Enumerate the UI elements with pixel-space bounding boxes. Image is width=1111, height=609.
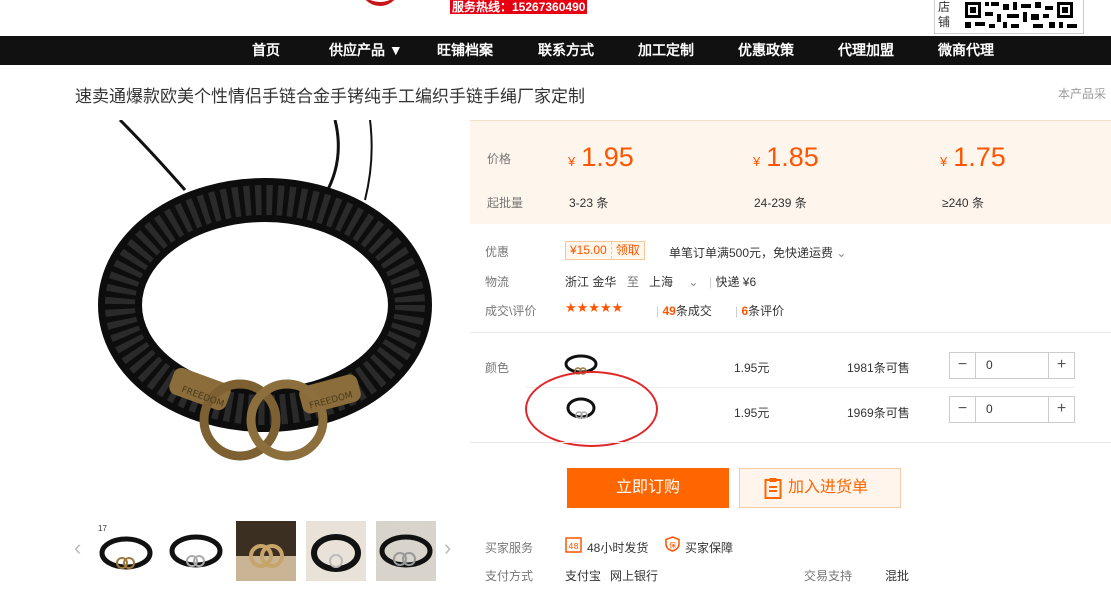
sku-price-1: 1.95元 <box>734 361 770 375</box>
hotline-banner: 服务热线：15267360490 <box>450 0 588 14</box>
svg-text:17: 17 <box>98 524 107 533</box>
ship-to-select[interactable]: 上海 ⌄ <box>649 273 698 290</box>
sku-stock-1: 1981条可售 <box>847 361 910 375</box>
quantity-input[interactable]: 0 <box>976 353 1048 378</box>
svg-text:保: 保 <box>669 541 676 550</box>
nav-promotions[interactable]: 优惠政策 <box>738 36 794 65</box>
price-tier-1: ¥1.95 <box>568 142 634 172</box>
shop-qr-box[interactable]: 店铺 <box>934 0 1084 34</box>
chevron-down-icon: ⌄ <box>688 275 699 289</box>
product-title: 速卖通爆款欧美个性情侣手链合金手铐纯手工编织手链手绳厂家定制 <box>75 87 585 106</box>
add-to-cart-button[interactable]: 加入进货单 <box>739 468 901 508</box>
coupon-badge[interactable]: ¥15.00 领取 <box>565 241 645 260</box>
qr-code-icon <box>963 0 1081 30</box>
shipping-48h-icon: 48 <box>565 537 582 553</box>
annotation-circle <box>525 371 658 447</box>
deal-count[interactable]: | 49条成交 <box>656 302 712 319</box>
thumbnail-5[interactable] <box>376 521 436 581</box>
thumbnail-3[interactable] <box>236 521 296 581</box>
review-count[interactable]: | 6条评价 <box>735 302 784 319</box>
minus-button[interactable]: − <box>950 397 976 422</box>
payment-bank: 网上银行 <box>610 569 659 583</box>
price-tier-3: ¥1.75 <box>940 142 1006 172</box>
shield-icon: 保 <box>665 536 680 552</box>
nav-products[interactable]: 供应产品 ▼ <box>329 36 403 65</box>
thumbnail-1[interactable]: 17 <box>96 521 156 581</box>
batch-label: 起批量 <box>487 196 524 210</box>
service-48h[interactable]: 48小时发货 <box>587 539 648 556</box>
side-note: 本产品采 <box>1058 87 1107 101</box>
promo-label: 优惠 <box>485 245 510 259</box>
range-tier-2: 24-239 条 <box>754 196 807 210</box>
thumb-next-arrow[interactable]: › <box>444 536 451 560</box>
rating-stars: ★★★★★ <box>565 300 624 315</box>
deals-label: 成交\评价 <box>485 304 537 318</box>
plus-button[interactable]: + <box>1048 397 1074 422</box>
ship-from: 浙江 金华 <box>565 275 617 289</box>
quantity-input[interactable]: 0 <box>976 397 1048 422</box>
logo-fragment <box>360 0 400 6</box>
coupon-get-button[interactable]: 领取 <box>610 242 644 259</box>
price-tier-2: ¥1.85 <box>753 142 819 172</box>
nav-shop-profile[interactable]: 旺铺档案 <box>437 36 493 65</box>
payment-alipay: 支付宝 <box>565 569 602 583</box>
chevron-down-icon: ⌄ <box>836 246 847 260</box>
nav-wechat-agency[interactable]: 微商代理 <box>938 36 994 65</box>
nav-custom[interactable]: 加工定制 <box>638 36 694 65</box>
price-label: 价格 <box>487 152 512 166</box>
quantity-stepper-2[interactable]: − 0 + <box>949 396 1075 423</box>
nav-home[interactable]: 首页 <box>252 36 280 65</box>
quantity-stepper-1[interactable]: − 0 + <box>949 352 1075 379</box>
svg-text:48: 48 <box>568 542 578 551</box>
divider <box>470 332 1111 333</box>
payment-label: 支付方式 <box>485 569 534 583</box>
coupon-amount: ¥15.00 <box>570 243 607 257</box>
clipboard-icon <box>764 478 782 499</box>
service-buyer-protection[interactable]: 买家保障 <box>685 539 733 556</box>
sku-stock-2: 1969条可售 <box>847 406 910 420</box>
plus-button[interactable]: + <box>1048 353 1074 378</box>
trade-support-label: 交易支持 <box>804 569 853 583</box>
price-panel: 价格 起批量 ¥1.95 3-23 条 ¥1.85 24-239 条 ¥1.75… <box>470 120 1111 224</box>
divider <box>470 442 1111 443</box>
range-tier-1: 3-23 条 <box>569 196 609 210</box>
thumbnail-4[interactable] <box>306 521 366 581</box>
thumbnail-2[interactable] <box>166 521 226 581</box>
services-label: 买家服务 <box>485 541 534 555</box>
main-nav: 首页 供应产品 ▼ 旺铺档案 联系方式 加工定制 优惠政策 代理加盟 微商代理 <box>0 36 1111 65</box>
range-tier-3: ≥240 条 <box>942 196 984 210</box>
shop-label: 店铺 <box>938 0 951 29</box>
sku-price-2: 1.95元 <box>734 406 770 420</box>
thumb-prev-arrow[interactable]: ‹ <box>74 536 81 560</box>
nav-agency[interactable]: 代理加盟 <box>838 36 894 65</box>
express-fee: | 快递 ¥6 <box>709 275 757 289</box>
buy-now-button[interactable]: 立即订购 <box>567 468 729 508</box>
logistics-label: 物流 <box>485 275 510 289</box>
minus-button[interactable]: − <box>950 353 976 378</box>
trade-support-value: 混批 <box>885 569 910 583</box>
color-label: 颜色 <box>485 361 510 375</box>
promo-text[interactable]: 单笔订单满500元，免快递运费 ⌄ <box>669 244 846 261</box>
nav-contact[interactable]: 联系方式 <box>538 36 594 65</box>
main-product-image[interactable]: FREEDOM FREEDOM <box>75 120 460 500</box>
top-header: 服务热线：15267360490 店铺 <box>0 0 1111 36</box>
ship-to-word: 至 <box>627 275 640 289</box>
